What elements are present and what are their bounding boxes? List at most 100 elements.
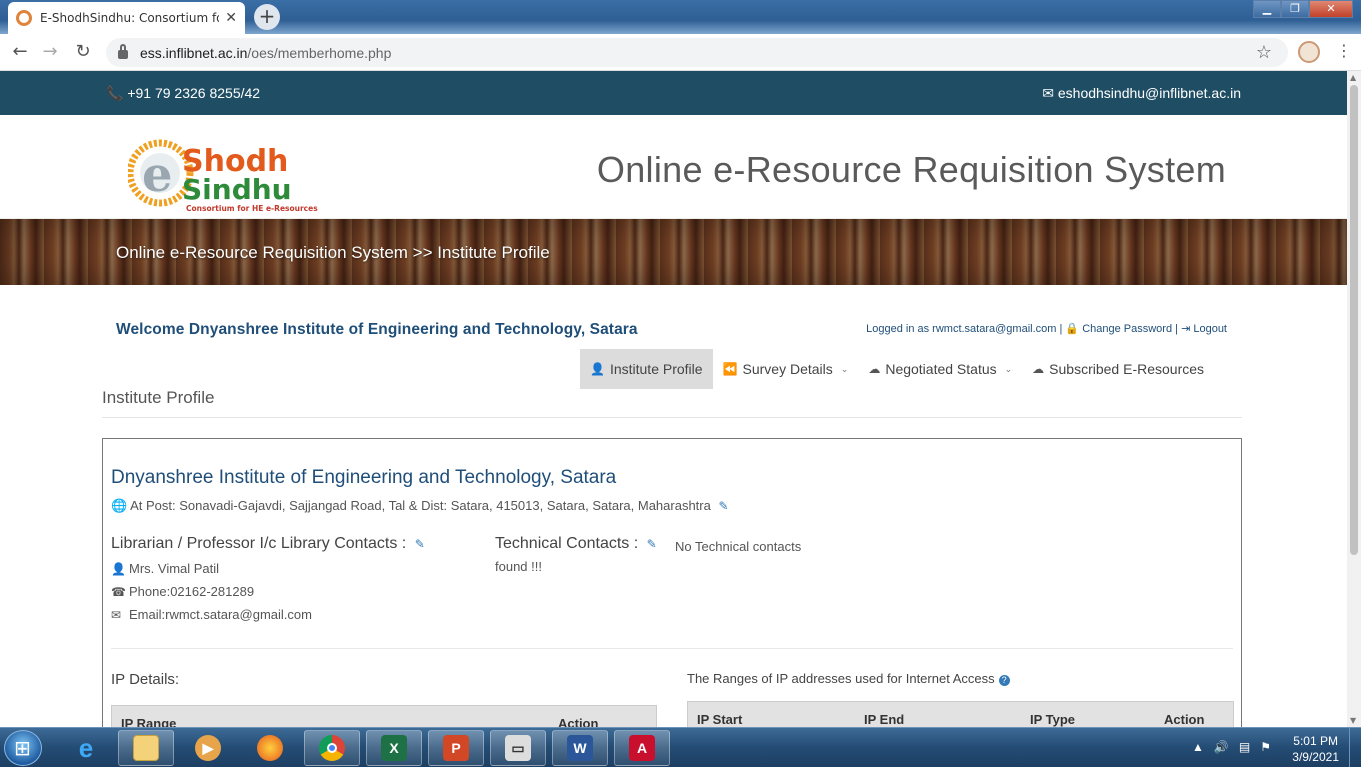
welcome-message: Welcome Dnyanshree Institute of Engineer… xyxy=(116,321,638,338)
clock[interactable]: 5:01 PM 3/9/2021 xyxy=(1292,733,1339,765)
envelope-icon: ✉ xyxy=(111,608,122,622)
main-nav: 👤 Institute Profile ⏪ Survey Details ⌄ ☁… xyxy=(580,349,1214,389)
favicon-icon xyxy=(16,10,32,26)
lock-icon xyxy=(118,44,128,59)
divider xyxy=(111,648,1233,649)
profile-avatar[interactable] xyxy=(1298,41,1320,63)
backward-icon: ⏪ xyxy=(722,362,738,376)
excel-icon[interactable]: X xyxy=(366,730,422,766)
word-icon[interactable]: W xyxy=(552,730,608,766)
nav-subscribed-eresources[interactable]: ☁ Subscribed E-Resources xyxy=(1022,349,1214,389)
browser-tab[interactable]: E-ShodhSindhu: Consortium for H ✕ xyxy=(8,2,245,34)
network-icon: ▤ xyxy=(1238,740,1251,754)
media-player-icon[interactable]: ▶ xyxy=(180,730,236,766)
ip-details-title: IP Details: xyxy=(111,671,180,688)
svg-text:e: e xyxy=(142,147,173,203)
adobe-acrobat-icon[interactable]: A xyxy=(614,730,670,766)
internet-explorer-icon[interactable]: e xyxy=(58,730,114,766)
cloud-icon: ☁ xyxy=(1032,362,1045,376)
user-icon: 👤 xyxy=(590,362,605,376)
url-text: ess.inflibnet.ac.in/oes/memberhome.php xyxy=(140,44,392,61)
firefox-icon[interactable] xyxy=(242,730,298,766)
institute-address: 🌐 At Post: Sonavadi-Gajavdi, Sajjangad R… xyxy=(111,498,729,513)
browser-menu-icon[interactable]: ⋮ xyxy=(1336,41,1352,60)
tray-icons[interactable]: ▲ 🔊 ▤ ⚑ xyxy=(1192,740,1271,754)
edit-librarian-icon[interactable]: ✎ xyxy=(415,537,425,551)
scroll-down-icon[interactable]: ▼ xyxy=(1350,716,1356,725)
browser-toolbar: ← → ↻ ess.inflibnet.ac.in/oes/memberhome… xyxy=(0,34,1361,71)
institute-name: Dnyanshree Institute of Engineering and … xyxy=(111,467,617,488)
scrollbar-thumb[interactable] xyxy=(1350,85,1358,555)
ip-ranges-title: The Ranges of IP addresses used for Inte… xyxy=(687,671,1010,686)
page-title: Institute Profile xyxy=(102,388,215,407)
topbar-phone: 📞 +91 79 2326 8255/42 xyxy=(106,85,261,101)
edit-address-icon[interactable]: ✎ xyxy=(718,499,728,513)
show-desktop-button[interactable] xyxy=(1349,728,1361,767)
technical-empty-message: No Technical contacts found !!! xyxy=(495,539,802,574)
forward-icon[interactable]: → xyxy=(38,40,62,64)
address-bar[interactable]: ess.inflibnet.ac.in/oes/memberhome.php ☆ xyxy=(106,38,1288,67)
window-close-button[interactable]: ✕ xyxy=(1309,0,1353,18)
start-button[interactable] xyxy=(4,730,42,766)
maximize-button[interactable]: ❐ xyxy=(1281,0,1309,18)
page-scrollbar[interactable]: ▲ ▼ xyxy=(1347,71,1361,727)
reload-icon[interactable]: ↻ xyxy=(71,40,95,64)
file-explorer-icon[interactable] xyxy=(118,730,174,766)
chevron-down-icon: ⌄ xyxy=(840,363,849,374)
person-icon: 👤 xyxy=(111,562,126,576)
login-bar: Logged in as rwmct.satara@gmail.com | 🔒 … xyxy=(866,323,1227,335)
scroll-up-icon[interactable]: ▲ xyxy=(1350,73,1356,82)
column-ip-start: IP Start xyxy=(697,712,743,727)
chevron-down-icon: ⌄ xyxy=(1004,363,1013,374)
volume-icon: 🔊 xyxy=(1213,740,1229,754)
divider xyxy=(102,417,1242,418)
column-ip-range: IP Range xyxy=(121,716,177,727)
contact-topbar: 📞 +91 79 2326 8255/42 ✉ eshodhsindhu@inf… xyxy=(0,71,1347,115)
site-header: e Shodh Sindhu Consortium for HE e-Resou… xyxy=(0,115,1347,219)
librarian-email: ✉ Email:rwmct.satara@gmail.com xyxy=(111,607,312,622)
minimize-button[interactable]: ▁ xyxy=(1253,0,1281,18)
nav-negotiated-status[interactable]: ☁ Negotiated Status ⌄ xyxy=(858,349,1022,389)
profile-card: Dnyanshree Institute of Engineering and … xyxy=(102,438,1242,727)
web-page: 📞 +91 79 2326 8255/42 ✉ eshodhsindhu@inf… xyxy=(0,71,1347,727)
tab-title: E-ShodhSindhu: Consortium for H xyxy=(40,11,219,25)
tab-close-icon[interactable]: ✕ xyxy=(225,10,237,26)
chrome-icon[interactable] xyxy=(304,730,360,766)
globe-icon: 🌐 xyxy=(111,498,128,513)
svg-text:Sindhu: Sindhu xyxy=(182,173,292,206)
help-icon[interactable]: ? xyxy=(998,675,1010,686)
logged-in-text: Logged in as rwmct.satara@gmail.com xyxy=(866,323,1057,335)
scanner-icon[interactable]: ▭ xyxy=(490,730,546,766)
change-password-link[interactable]: 🔒 Change Password xyxy=(1065,323,1172,335)
bookmark-star-icon[interactable]: ☆ xyxy=(1256,42,1272,63)
topbar-email[interactable]: ✉ eshodhsindhu@inflibnet.ac.in xyxy=(1042,85,1241,102)
new-tab-button[interactable]: + xyxy=(254,4,280,30)
cloud-icon: ☁ xyxy=(868,362,881,376)
email-text: eshodhsindhu@inflibnet.ac.in xyxy=(1057,85,1241,101)
breadcrumb: Online e-Resource Requisition System >> … xyxy=(116,243,550,262)
nav-institute-profile[interactable]: 👤 Institute Profile xyxy=(580,349,713,389)
column-ip-type: IP Type xyxy=(1030,712,1076,727)
clock-date: 3/9/2021 xyxy=(1292,750,1339,764)
window-controls: ▁ ❐ ✕ xyxy=(1253,0,1353,18)
column-action: Action xyxy=(1164,712,1205,727)
powerpoint-icon[interactable]: P xyxy=(428,730,484,766)
system-title: Online e-Resource Requisition System xyxy=(596,149,1226,190)
phone-icon: ☎ xyxy=(111,585,126,599)
eshodhsindhu-logo[interactable]: e Shodh Sindhu Consortium for HE e-Resou… xyxy=(128,133,328,213)
nav-survey-details[interactable]: ⏪ Survey Details ⌄ xyxy=(713,349,859,389)
browser-tabstrip: E-ShodhSindhu: Consortium for H ✕ + ▁ ❐ … xyxy=(0,0,1361,34)
svg-text:Consortium for HE e-Resources: Consortium for HE e-Resources xyxy=(186,204,318,213)
clock-time: 5:01 PM xyxy=(1293,734,1338,748)
librarian-name: 👤 Mrs. Vimal Patil xyxy=(111,561,220,576)
librarian-phone: ☎ Phone:02162-281289 xyxy=(111,584,255,599)
ip-details-table-header: IP Range Action xyxy=(111,705,657,727)
breadcrumb-banner: Online e-Resource Requisition System >> … xyxy=(0,219,1347,285)
windows-taskbar: e ▶ X P ▭ W A ▲ 🔊 ▤ ⚑ 5:01 PM 3/9/2021 xyxy=(0,727,1361,767)
action-center-icon: ⚑ xyxy=(1260,740,1271,754)
show-hidden-icon: ▲ xyxy=(1192,740,1204,754)
back-icon[interactable]: ← xyxy=(8,40,32,64)
column-action: Action xyxy=(558,716,599,727)
ip-ranges-table-header: IP Start IP End IP Type Action xyxy=(687,701,1234,727)
logout-link[interactable]: ⇥ Logout xyxy=(1181,323,1227,335)
